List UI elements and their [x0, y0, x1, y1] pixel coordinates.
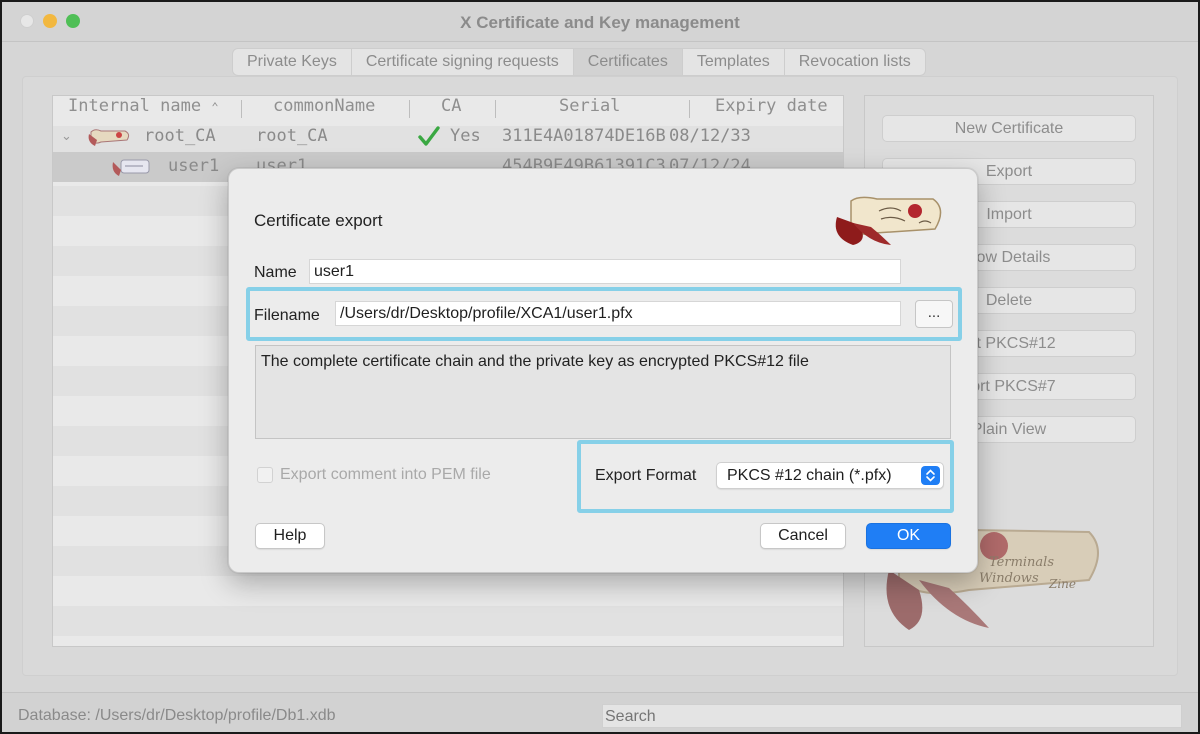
- name-label: Name: [254, 264, 297, 281]
- checkmark-icon: [418, 125, 440, 152]
- column-header-expiry-date[interactable]: Expiry date: [715, 96, 828, 122]
- expiry-cell: 08/12/33: [669, 126, 751, 146]
- column-separator[interactable]: [241, 100, 242, 118]
- window-titlebar: X Certificate and Key management: [2, 2, 1198, 42]
- format-description: The complete certificate chain and the p…: [255, 345, 951, 439]
- logo-text-zine: Zine: [1048, 577, 1076, 591]
- pem-comment-checkbox[interactable]: [257, 467, 273, 483]
- filename-field[interactable]: /Users/dr/Desktop/profile/XCA1/user1.pfx: [335, 301, 901, 326]
- certificate-user-icon: [109, 156, 157, 183]
- tab-certificates[interactable]: Certificates: [573, 49, 683, 75]
- tab-private-keys[interactable]: Private Keys: [233, 49, 352, 75]
- column-header-serial[interactable]: Serial: [559, 96, 620, 122]
- certificate-scroll-icon: [85, 126, 133, 153]
- serial-cell: 311E4A01874DE16B: [502, 126, 666, 146]
- certificate-export-dialog: Certificate export Name user1 Filename /…: [228, 168, 978, 573]
- window-title: X Certificate and Key management: [460, 13, 740, 32]
- ok-button[interactable]: OK: [866, 523, 951, 549]
- export-format-label: Export Format: [595, 467, 697, 484]
- new-certificate-button[interactable]: New Certificate: [882, 115, 1136, 142]
- column-separator[interactable]: [409, 100, 410, 118]
- column-separator[interactable]: [495, 100, 496, 118]
- tab-revocation-lists[interactable]: Revocation lists: [785, 49, 925, 75]
- column-header-common-name[interactable]: commonName: [273, 96, 375, 122]
- logo-scroll-icon: [829, 193, 949, 252]
- tab-bar: Private Keys Certificate signing request…: [232, 48, 926, 76]
- name-field[interactable]: user1: [309, 259, 901, 284]
- table-row[interactable]: ⌄ root_CA root_CA Yes 311E4A01874DE16B 0…: [53, 122, 843, 153]
- internal-name-cell: root_CA: [144, 126, 216, 146]
- search-input[interactable]: [602, 704, 1182, 728]
- status-bar: Database: /Users/dr/Desktop/profile/Db1.…: [2, 692, 1198, 732]
- chevron-down-icon[interactable]: ⌄: [61, 128, 72, 144]
- common-name-cell: root_CA: [256, 126, 328, 146]
- export-format-value: PKCS #12 chain (*.pfx): [727, 467, 892, 484]
- column-header-ca[interactable]: CA: [441, 96, 461, 122]
- tab-templates[interactable]: Templates: [683, 49, 785, 75]
- logo-text-windows: Windows: [979, 571, 1039, 586]
- dialog-title: Certificate export: [254, 211, 383, 230]
- logo-text-terminals: Terminals: [989, 555, 1054, 570]
- updown-chevron-icon: [921, 466, 940, 485]
- export-format-select[interactable]: PKCS #12 chain (*.pfx): [716, 462, 944, 489]
- ca-cell: Yes: [450, 126, 481, 146]
- screenshot-frame: X Certificate and Key management Private…: [0, 0, 1200, 734]
- tab-certificate-signing-requests[interactable]: Certificate signing requests: [352, 49, 574, 75]
- cancel-button[interactable]: Cancel: [760, 523, 846, 549]
- database-path: Database: /Users/dr/Desktop/profile/Db1.…: [18, 707, 336, 724]
- internal-name-cell: user1: [168, 156, 220, 176]
- browse-button[interactable]: ...: [915, 300, 953, 328]
- column-separator[interactable]: [689, 100, 690, 118]
- help-button[interactable]: Help: [255, 523, 325, 549]
- column-header-internal-name[interactable]: Internal name ⌃: [68, 96, 219, 122]
- pem-comment-label: Export comment into PEM file: [280, 466, 491, 483]
- filename-label: Filename: [254, 307, 320, 324]
- sort-ascending-icon: ⌃: [211, 100, 219, 114]
